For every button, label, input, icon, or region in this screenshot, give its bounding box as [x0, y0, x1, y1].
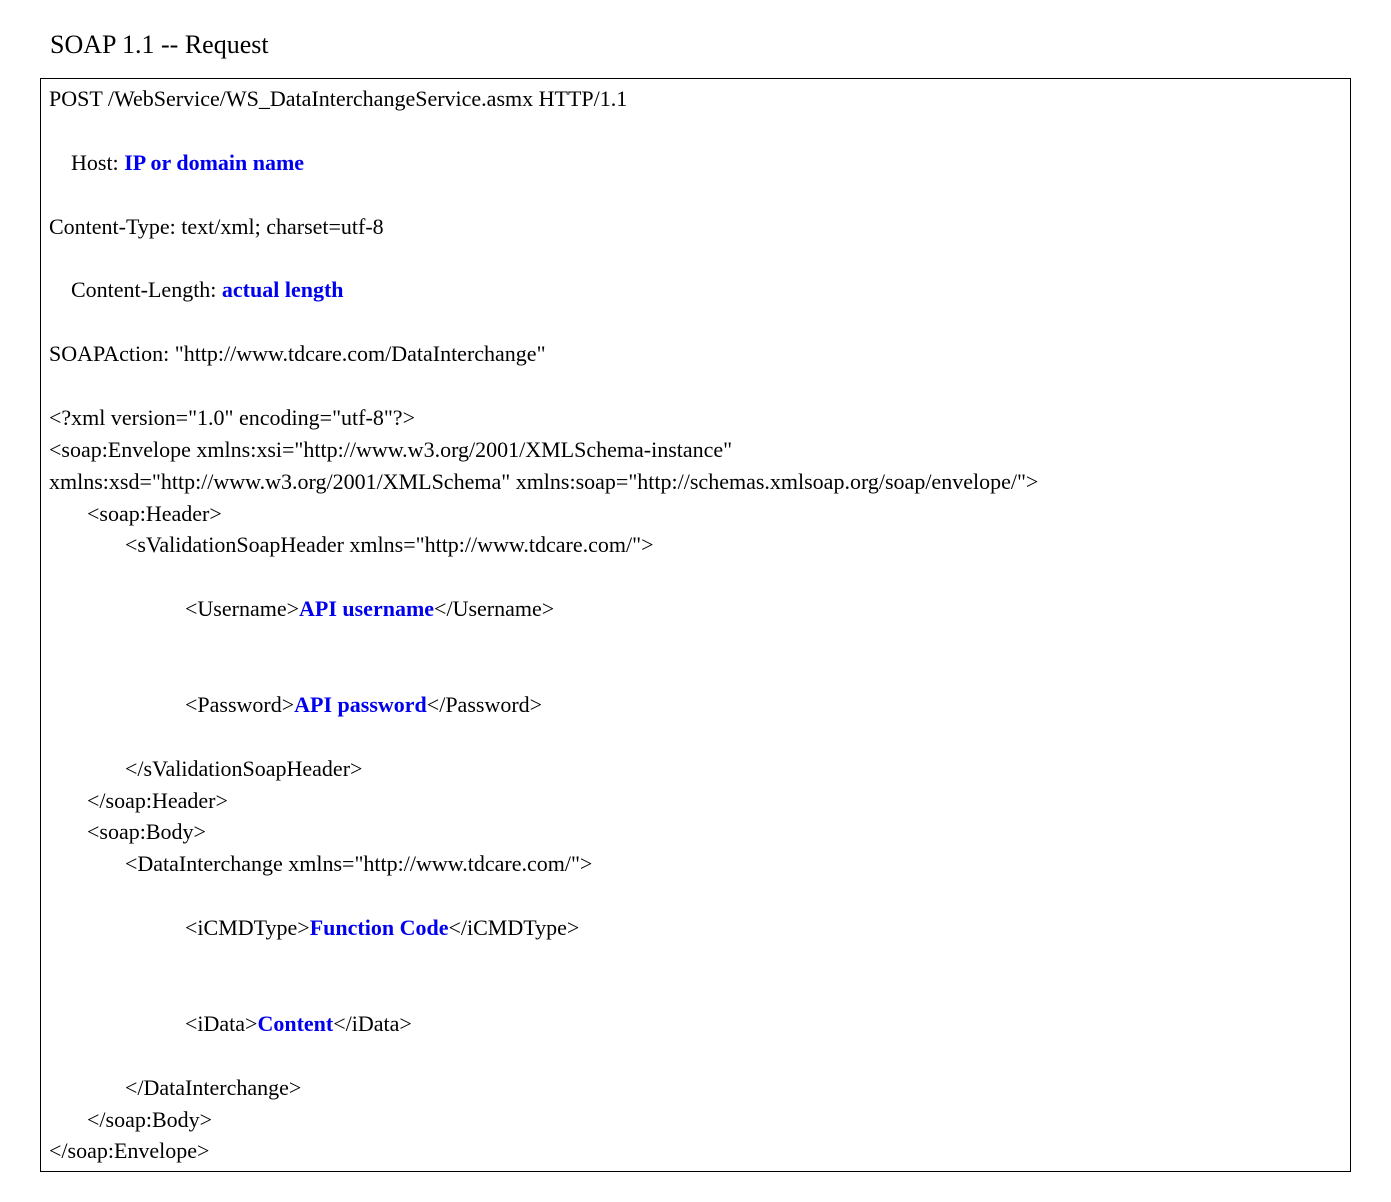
soap-body-close: </soap:Body>: [49, 1104, 1342, 1136]
content-length-label: Content-Length:: [71, 277, 222, 302]
datainterchange-close: </DataInterchange>: [49, 1072, 1342, 1104]
section-title: SOAP 1.1 -- Request: [50, 30, 1351, 60]
soap-header-close: </soap:Header>: [49, 785, 1342, 817]
blank-line: [49, 370, 1342, 402]
code-block: POST /WebService/WS_DataInterchangeServi…: [40, 78, 1351, 1172]
idata-placeholder: Content: [257, 1011, 333, 1036]
idata-line: <iData>Content</iData>: [49, 976, 1342, 1072]
icmdtype-close-tag: </iCMDType>: [448, 915, 579, 940]
host-label: Host:: [71, 150, 124, 175]
envelope-open-line2: xmlns:xsd="http://www.w3.org/2001/XMLSch…: [49, 466, 1342, 498]
password-placeholder: API password: [294, 692, 427, 717]
http-soapaction-line: SOAPAction: "http://www.tdcare.com/DataI…: [49, 338, 1342, 370]
soap-header-open: <soap:Header>: [49, 498, 1342, 530]
envelope-close: </soap:Envelope>: [49, 1135, 1342, 1167]
datainterchange-open: <DataInterchange xmlns="http://www.tdcar…: [49, 848, 1342, 880]
envelope-open-line1: <soap:Envelope xmlns:xsi="http://www.w3.…: [49, 434, 1342, 466]
password-open-tag: <Password>: [185, 692, 294, 717]
idata-close-tag: </iData>: [333, 1011, 412, 1036]
http-host-line: Host: IP or domain name: [49, 115, 1342, 211]
icmdtype-placeholder: Function Code: [310, 915, 449, 940]
content-length-placeholder: actual length: [222, 277, 344, 302]
password-line: <Password>API password</Password>: [49, 657, 1342, 753]
icmdtype-line: <iCMDType>Function Code</iCMDType>: [49, 880, 1342, 976]
validation-header-close: </sValidationSoapHeader>: [49, 753, 1342, 785]
username-line: <Username>API username</Username>: [49, 561, 1342, 657]
host-placeholder: IP or domain name: [124, 150, 304, 175]
validation-header-open: <sValidationSoapHeader xmlns="http://www…: [49, 529, 1342, 561]
password-close-tag: </Password>: [427, 692, 542, 717]
http-request-line: POST /WebService/WS_DataInterchangeServi…: [49, 83, 1342, 115]
icmdtype-open-tag: <iCMDType>: [185, 915, 310, 940]
xml-declaration: <?xml version="1.0" encoding="utf-8"?>: [49, 402, 1342, 434]
username-open-tag: <Username>: [185, 596, 299, 621]
idata-open-tag: <iData>: [185, 1011, 257, 1036]
soap-body-open: <soap:Body>: [49, 816, 1342, 848]
http-content-length-line: Content-Length: actual length: [49, 242, 1342, 338]
username-close-tag: </Username>: [434, 596, 554, 621]
http-content-type-line: Content-Type: text/xml; charset=utf-8: [49, 211, 1342, 243]
username-placeholder: API username: [299, 596, 434, 621]
